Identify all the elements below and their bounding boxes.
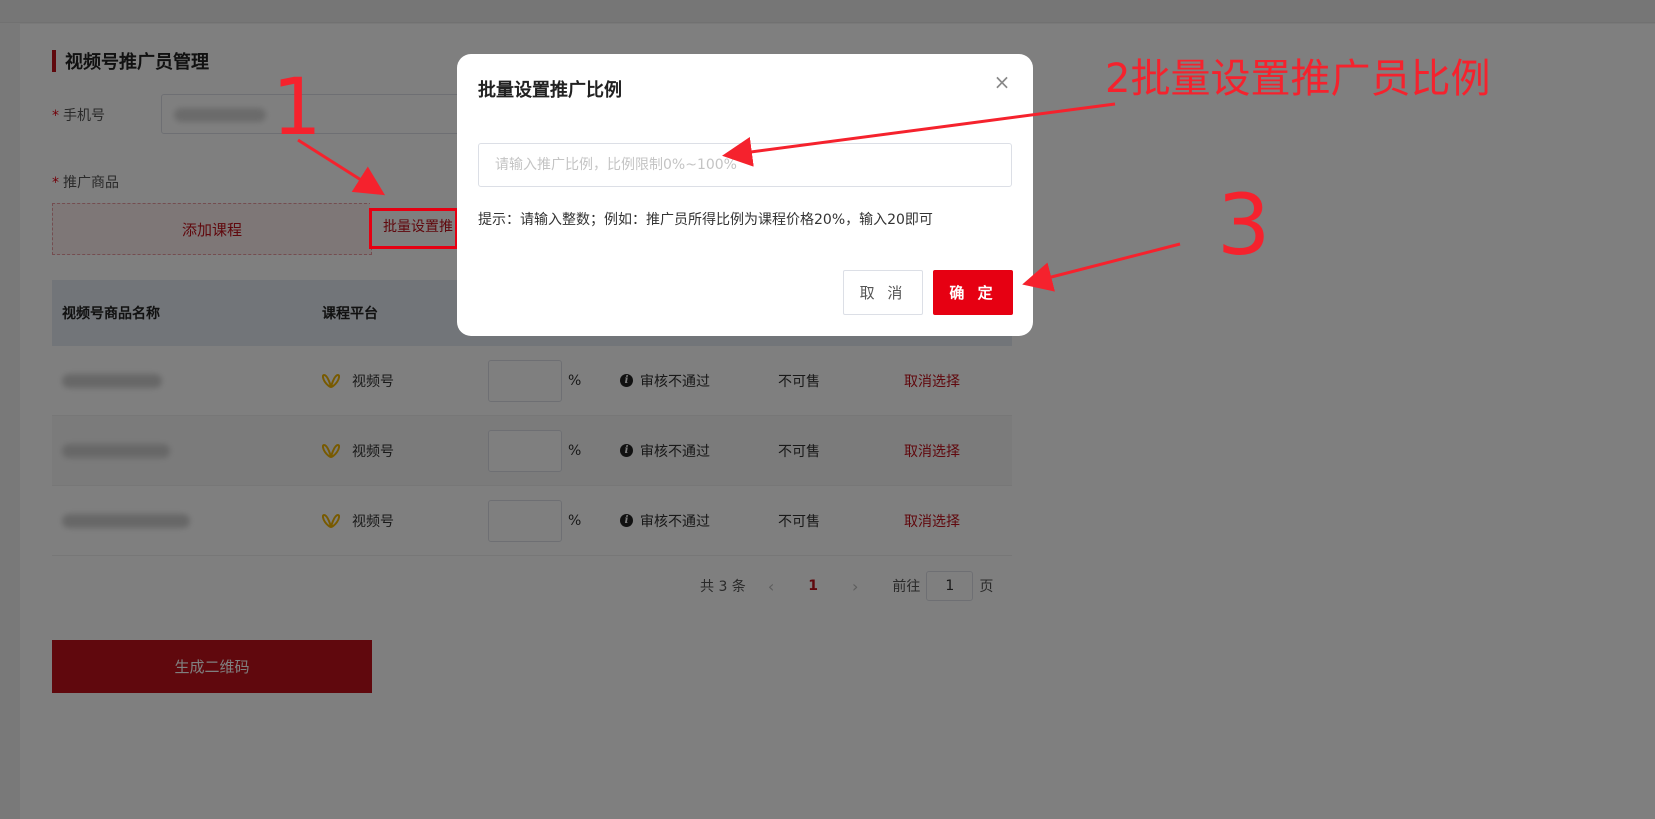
annotation-step1: 1 [272,63,322,153]
arrow-step3 [1022,242,1181,292]
annotation-step3: 3 [1217,176,1271,274]
annotation-step2: 2批量设置推广员比例 [1105,56,1491,102]
arrow-step2 [722,102,1116,167]
annotation-arrows [297,102,1181,292]
